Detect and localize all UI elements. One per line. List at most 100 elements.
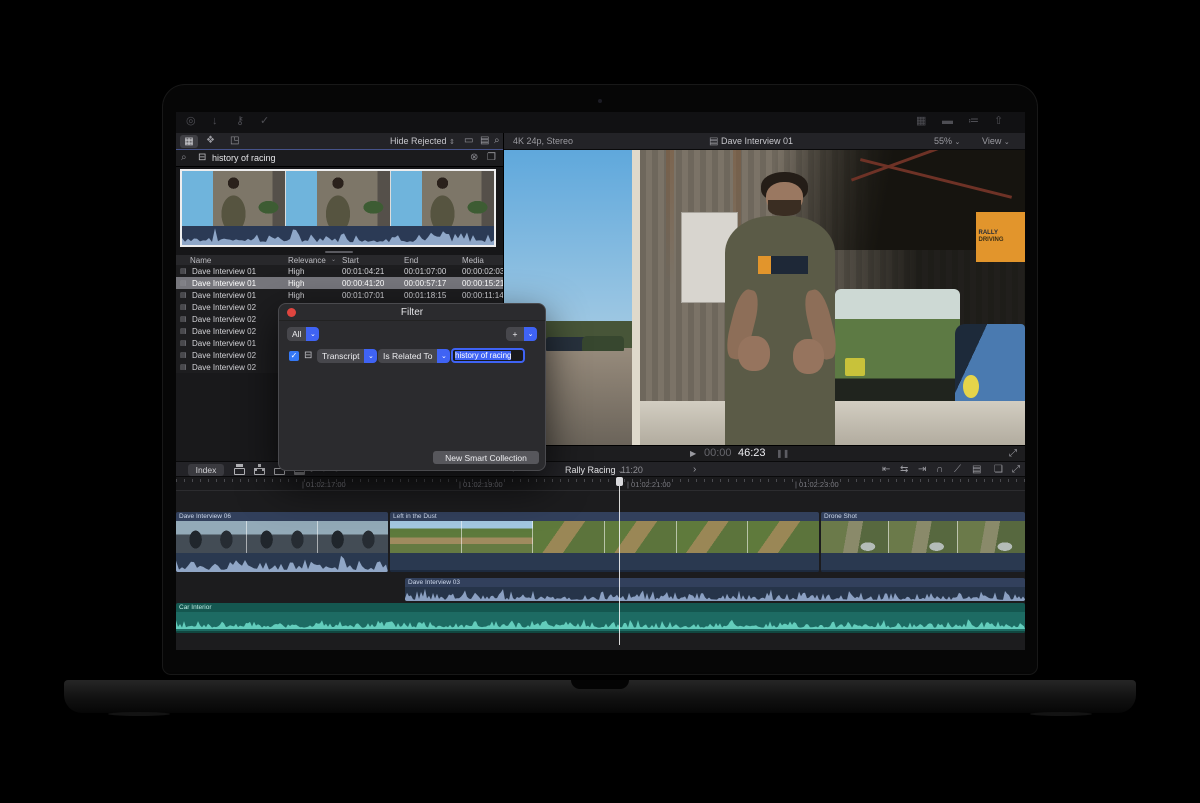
viewer-format-label: 4K 24p, Stereo	[513, 136, 573, 146]
rule-value-input[interactable]: history of racing	[451, 348, 525, 363]
clip-audio	[821, 553, 1025, 572]
viewer-view-dropdown[interactable]: View ⌄	[982, 136, 1010, 146]
clip-audio	[176, 612, 1025, 633]
skimming-icon[interactable]: ⟋	[954, 465, 961, 475]
playhead-handle[interactable]	[616, 477, 623, 486]
filter-titlebar: Filter	[279, 304, 545, 321]
shirt-logo	[758, 256, 807, 274]
ruler-label: | 01:02:19:00	[459, 480, 503, 489]
viewer-clip-title: ▤ Dave Interview 01	[709, 136, 793, 147]
list-header[interactable]: Name Relevance ⌄ Start End Media Duratio…	[176, 255, 503, 265]
search-input[interactable]: history of racing	[212, 153, 276, 163]
next-project-icon[interactable]: ›	[693, 465, 696, 475]
sidebar-toggle-button[interactable]: ▦	[180, 135, 198, 148]
audio-meters-icon[interactable]: ❚❚	[776, 449, 789, 458]
filter-panel-icon[interactable]: ❐	[487, 153, 496, 163]
sort-chevron-icon: ⌄	[331, 256, 336, 263]
clip-car-interior[interactable]: Car Interior	[176, 603, 1025, 633]
chevron-down-icon: ⌄	[955, 139, 961, 146]
clip-thumbnails	[176, 521, 388, 553]
timecode-prefix: 00:00	[704, 447, 732, 459]
filter-rule-row: ✓ ⊟ Transcript⌄ Is Related To⌄ history o…	[279, 348, 547, 366]
timeline-browser-toggle-icon[interactable]: ❏	[994, 465, 1003, 475]
chevron-down-icon: ⌄	[524, 327, 537, 341]
background-tasks-icon[interactable]: ✓	[260, 116, 269, 127]
clip-audio	[405, 587, 1025, 601]
table-row[interactable]: ▤Dave Interview 01High00:01:04:2100:01:0…	[176, 265, 503, 277]
browser-strip-icon[interactable]: ▬	[942, 116, 953, 127]
match-dropdown[interactable]: All⌄	[287, 327, 319, 341]
clip-title: Dave Interview 03	[405, 578, 1025, 587]
clip-dave-interview-06[interactable]: Dave Interview 06	[176, 512, 388, 572]
rust-streak	[666, 150, 674, 286]
desktop-background: ◎ ↓ ⚷ ✓ ▦ ▬ ≔ ⇧ ▦ ❖ ◳ Hide Rejected ⇕ ▭ …	[0, 0, 1200, 803]
timeline-ruler[interactable]: | 01:02:17:00 | 01:02:19:00 | 01:02:21:0…	[176, 477, 1025, 491]
clip-filter-dropdown[interactable]: Hide Rejected ⇕	[390, 136, 455, 146]
viewer-zoom-dropdown[interactable]: 55% ⌄	[934, 136, 960, 146]
connect-edit-icon[interactable]	[234, 468, 245, 475]
column-relevance[interactable]: Relevance	[288, 256, 326, 265]
rule-field-dropdown[interactable]: Transcript⌄	[317, 349, 377, 363]
presenter-hand	[738, 336, 769, 371]
fullscreen-icon[interactable]: ⤢	[1009, 449, 1017, 459]
rule-condition-dropdown[interactable]: Is Related To⌄	[378, 349, 450, 363]
laptop-lid-notch	[571, 680, 629, 689]
rally-ready-banner: RALLYDRIVING	[976, 212, 1025, 262]
clip-title: Left in the Dust	[390, 512, 819, 521]
new-smart-collection-button[interactable]: New Smart Collection	[433, 451, 539, 464]
clapper-icon: ▦	[184, 137, 193, 147]
keyword-editor-icon[interactable]: ⚷	[236, 116, 244, 127]
laptop-base	[64, 680, 1136, 713]
filter-popup: Filter All⌄ +⌄ ✓ ⊟ Transcript⌄ Is Relate…	[278, 303, 546, 471]
chevron-down-icon: ⌄	[364, 349, 377, 363]
browser-grid-icon[interactable]: ▦	[916, 116, 926, 127]
playhead[interactable]	[619, 477, 620, 645]
ruler-label: | 01:02:21:00	[627, 480, 671, 489]
timeline-body[interactable]: Dave Interview 06 Left in the Dust Drone…	[176, 491, 1025, 650]
ruler-label: | 01:02:23:00	[795, 480, 839, 489]
trim-end-icon[interactable]: ⇥	[918, 465, 926, 475]
filmstrip-frame	[286, 171, 390, 226]
viewer-toolbar: 4K 24p, Stereo ▤ Dave Interview 01 55% ⌄…	[504, 133, 1025, 150]
browser-filmstrip[interactable]	[180, 169, 496, 247]
list-view-icon[interactable]: ▤	[480, 136, 489, 146]
play-button[interactable]: ▶	[690, 449, 696, 458]
clip-drone-shot[interactable]: Drone Shot	[821, 512, 1025, 572]
filmstrip-view-icon[interactable]: ▭	[464, 136, 473, 146]
ruler-label: | 01:02:17:00	[302, 480, 346, 489]
photos-audio-icon[interactable]: ❖	[206, 136, 215, 146]
window-titlebar: ◎ ↓ ⚷ ✓ ▦ ▬ ≔ ⇧	[176, 112, 1025, 133]
clip-dave-interview-03[interactable]: Dave Interview 03	[405, 578, 1025, 601]
table-row-selected[interactable]: ▤Dave Interview 01High00:00:41:2000:00:5…	[176, 277, 503, 289]
trim-start-icon[interactable]: ⇤	[882, 465, 890, 475]
share-icon[interactable]: ⇧	[994, 116, 1003, 127]
clip-left-in-the-dust[interactable]: Left in the Dust	[390, 512, 819, 572]
clip-title: Drone Shot	[821, 512, 1025, 521]
media-import-icon[interactable]: ◎	[186, 116, 196, 127]
solo-icon[interactable]: ∩	[936, 465, 943, 475]
clip-appearance-icon[interactable]: ▤	[972, 465, 981, 475]
titles-generators-icon[interactable]: ◳	[230, 136, 239, 146]
column-end[interactable]: End	[404, 256, 418, 265]
add-rule-button[interactable]: +⌄	[506, 327, 537, 341]
chevron-updown-icon: ⇕	[449, 139, 455, 146]
viewer-video[interactable]: RALLYDRIVING	[504, 150, 1025, 445]
search-icon[interactable]: ⌕	[494, 136, 500, 146]
column-start[interactable]: Start	[342, 256, 359, 265]
import-icon[interactable]: ↓	[212, 116, 218, 127]
index-button[interactable]: Index	[188, 464, 224, 476]
trim-roll-icon[interactable]: ⇆	[900, 465, 908, 475]
table-row[interactable]: ▤Dave Interview 01High00:01:07:0100:01:1…	[176, 289, 503, 301]
chevron-down-icon: ⌄	[306, 327, 319, 341]
clear-search-icon[interactable]: ⊗	[470, 153, 478, 163]
rule-checkbox[interactable]: ✓	[289, 351, 299, 361]
presenter-beard	[768, 200, 801, 216]
chevron-down-icon: ⌄	[437, 349, 450, 363]
insert-edit-icon[interactable]	[254, 468, 265, 475]
project-dropdown[interactable]: Rally Racing ⌄	[565, 465, 624, 475]
timeline-expand-icon[interactable]: ⤢	[1012, 465, 1020, 475]
inspector-toggle-icon[interactable]: ≔	[968, 116, 979, 127]
search-scope-icon[interactable]: ⌕	[181, 153, 187, 163]
column-name[interactable]: Name	[190, 256, 211, 265]
transcript-search-icon: ⊟	[198, 153, 206, 163]
